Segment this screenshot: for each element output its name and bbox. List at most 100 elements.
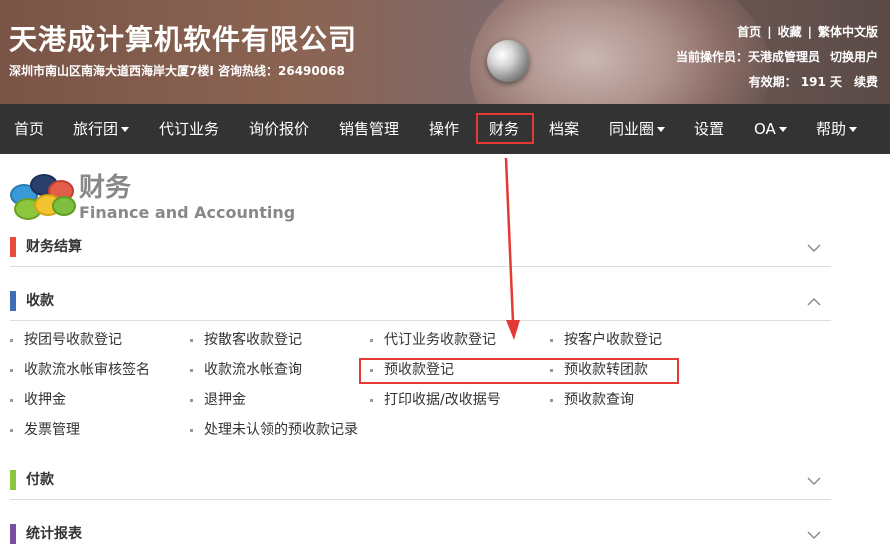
nav-label: 代订业务 [159, 120, 220, 138]
caret-down-icon [657, 127, 666, 132]
bullet-icon [10, 428, 13, 432]
chevron-down-icon[interactable] [807, 474, 821, 488]
company-name: 天港成计算机软件有限公司 [9, 23, 358, 56]
validity-label: 有效期： 191 天 [748, 75, 842, 89]
renew-link[interactable]: 续费 [854, 73, 878, 90]
nav-label: 同业圈 [609, 120, 655, 138]
validity-info: 有效期： 191 天 续费 [749, 73, 878, 90]
bullet-icon [190, 428, 193, 432]
nav-label: 档案 [549, 120, 580, 138]
nav-item-operation[interactable]: 操作 [429, 104, 459, 154]
favorite-link[interactable]: 收藏 [778, 23, 802, 40]
link-separator: | [767, 24, 772, 39]
nav-item-help[interactable]: 帮助 [816, 104, 858, 154]
nav-label: 帮助 [816, 120, 847, 138]
caret-down-icon [121, 127, 130, 132]
link-label: 代订业务收款登记 [384, 332, 496, 348]
link-separator: | [807, 24, 812, 39]
link-collect-by-customer[interactable]: 按客户收款登记 [550, 330, 662, 350]
nav-item-sales[interactable]: 销售管理 [339, 104, 399, 154]
nav-label: 销售管理 [339, 120, 400, 138]
link-ledger-review[interactable]: 收款流水帐审核签名 [10, 360, 150, 380]
nav-item-peer-circle[interactable]: 同业圈 [609, 104, 666, 154]
nav-item-tour-group[interactable]: 旅行团 [73, 104, 130, 154]
home-link[interactable]: 首页 [737, 23, 761, 40]
nav-item-quotation[interactable]: 询价报价 [249, 104, 309, 154]
water-drop-decoration [487, 40, 529, 82]
module-subtitle: Finance and Accounting [79, 203, 296, 222]
top-links: 首页 | 收藏 | 繁体中文版 [737, 23, 878, 40]
link-label: 按团号收款登记 [24, 332, 122, 348]
link-label: 收款流水帐审核签名 [24, 362, 150, 378]
link-label: 按客户收款登记 [564, 332, 662, 348]
nav-label: 设置 [694, 120, 725, 138]
section-payment[interactable]: 付款 [10, 470, 831, 500]
section-label: 付款 [26, 472, 54, 488]
link-label: 收押金 [24, 392, 66, 408]
traditional-chinese-link[interactable]: 繁体中文版 [818, 23, 878, 40]
link-label: 发票管理 [24, 422, 80, 438]
bullet-icon [550, 338, 553, 342]
link-label: 按散客收款登记 [204, 332, 302, 348]
current-operator-label: 当前操作员：天港成管理员 [675, 50, 820, 64]
link-ledger-query[interactable]: 收款流水帐查询 [190, 360, 302, 380]
section-color-bar [10, 291, 16, 311]
coins-icon [8, 170, 78, 222]
link-collect-deposit[interactable]: 收押金 [10, 390, 66, 410]
link-label: 收款流水帐查询 [204, 362, 302, 378]
link-collect-by-individual[interactable]: 按散客收款登记 [190, 330, 302, 350]
chevron-down-icon[interactable] [807, 528, 821, 542]
nav-item-settings[interactable]: 设置 [694, 104, 724, 154]
section-settlement[interactable]: 财务结算 [10, 237, 831, 267]
link-invoice-management[interactable]: 发票管理 [10, 420, 80, 440]
link-print-receipt[interactable]: 打印收据/改收据号 [370, 390, 501, 410]
nav-item-home[interactable]: 首页 [14, 104, 44, 154]
section-color-bar [10, 470, 16, 490]
link-label: 预收款查询 [564, 392, 634, 408]
section-color-bar [10, 237, 16, 257]
bullet-icon [10, 338, 13, 342]
link-collect-by-group[interactable]: 按团号收款登记 [10, 330, 122, 350]
prepayment-annotation-box [359, 358, 679, 384]
bullet-icon [10, 398, 13, 402]
chevron-down-icon[interactable] [807, 241, 821, 255]
switch-user-link[interactable]: 切换用户 [830, 48, 878, 65]
link-label: 打印收据/改收据号 [384, 392, 501, 408]
link-label: 退押金 [204, 392, 246, 408]
header-banner: 天港成计算机软件有限公司 深圳市南山区南海大道西海岸大厦7楼I 咨询热线：264… [0, 0, 890, 104]
link-prepayment-query[interactable]: 预收款查询 [550, 390, 634, 410]
nav-label: 旅行团 [73, 120, 119, 138]
bullet-icon [10, 368, 13, 372]
nav-label: 首页 [14, 120, 45, 138]
nav-label: OA [754, 120, 776, 138]
link-label: 处理未认领的预收款记录 [204, 422, 358, 438]
bullet-icon [190, 338, 193, 342]
caret-down-icon [778, 127, 787, 132]
caret-down-icon [849, 127, 858, 132]
finance-nav-annotation-box [476, 113, 534, 144]
nav-item-archive[interactable]: 档案 [549, 104, 579, 154]
main-nav: 首页 旅行团 代订业务 询价报价 销售管理 操作 财务 档案 同业圈 设置 OA… [0, 104, 890, 154]
chevron-up-icon[interactable] [807, 295, 821, 309]
section-color-bar [10, 524, 16, 544]
section-label: 收款 [26, 293, 54, 309]
section-label: 财务结算 [26, 239, 82, 255]
section-label: 统计报表 [26, 526, 82, 542]
nav-item-agency-booking[interactable]: 代订业务 [159, 104, 219, 154]
current-operator: 当前操作员：天港成管理员 切换用户 [676, 48, 878, 65]
link-collect-agency[interactable]: 代订业务收款登记 [370, 330, 496, 350]
nav-label: 操作 [429, 120, 460, 138]
nav-label: 询价报价 [249, 120, 310, 138]
bullet-icon [190, 398, 193, 402]
bullet-icon [370, 398, 373, 402]
nav-item-oa[interactable]: OA [754, 104, 787, 154]
link-unclaimed-prepayments[interactable]: 处理未认领的预收款记录 [190, 420, 358, 440]
bullet-icon [190, 368, 193, 372]
bullet-icon [370, 338, 373, 342]
bullet-icon [550, 398, 553, 402]
section-reports[interactable]: 统计报表 [10, 524, 831, 549]
link-refund-deposit[interactable]: 退押金 [190, 390, 246, 410]
section-collection[interactable]: 收款 [10, 291, 831, 321]
company-address: 深圳市南山区南海大道西海岸大厦7楼I 咨询热线：26490068 [9, 64, 345, 78]
module-title: 财务 [79, 173, 132, 203]
